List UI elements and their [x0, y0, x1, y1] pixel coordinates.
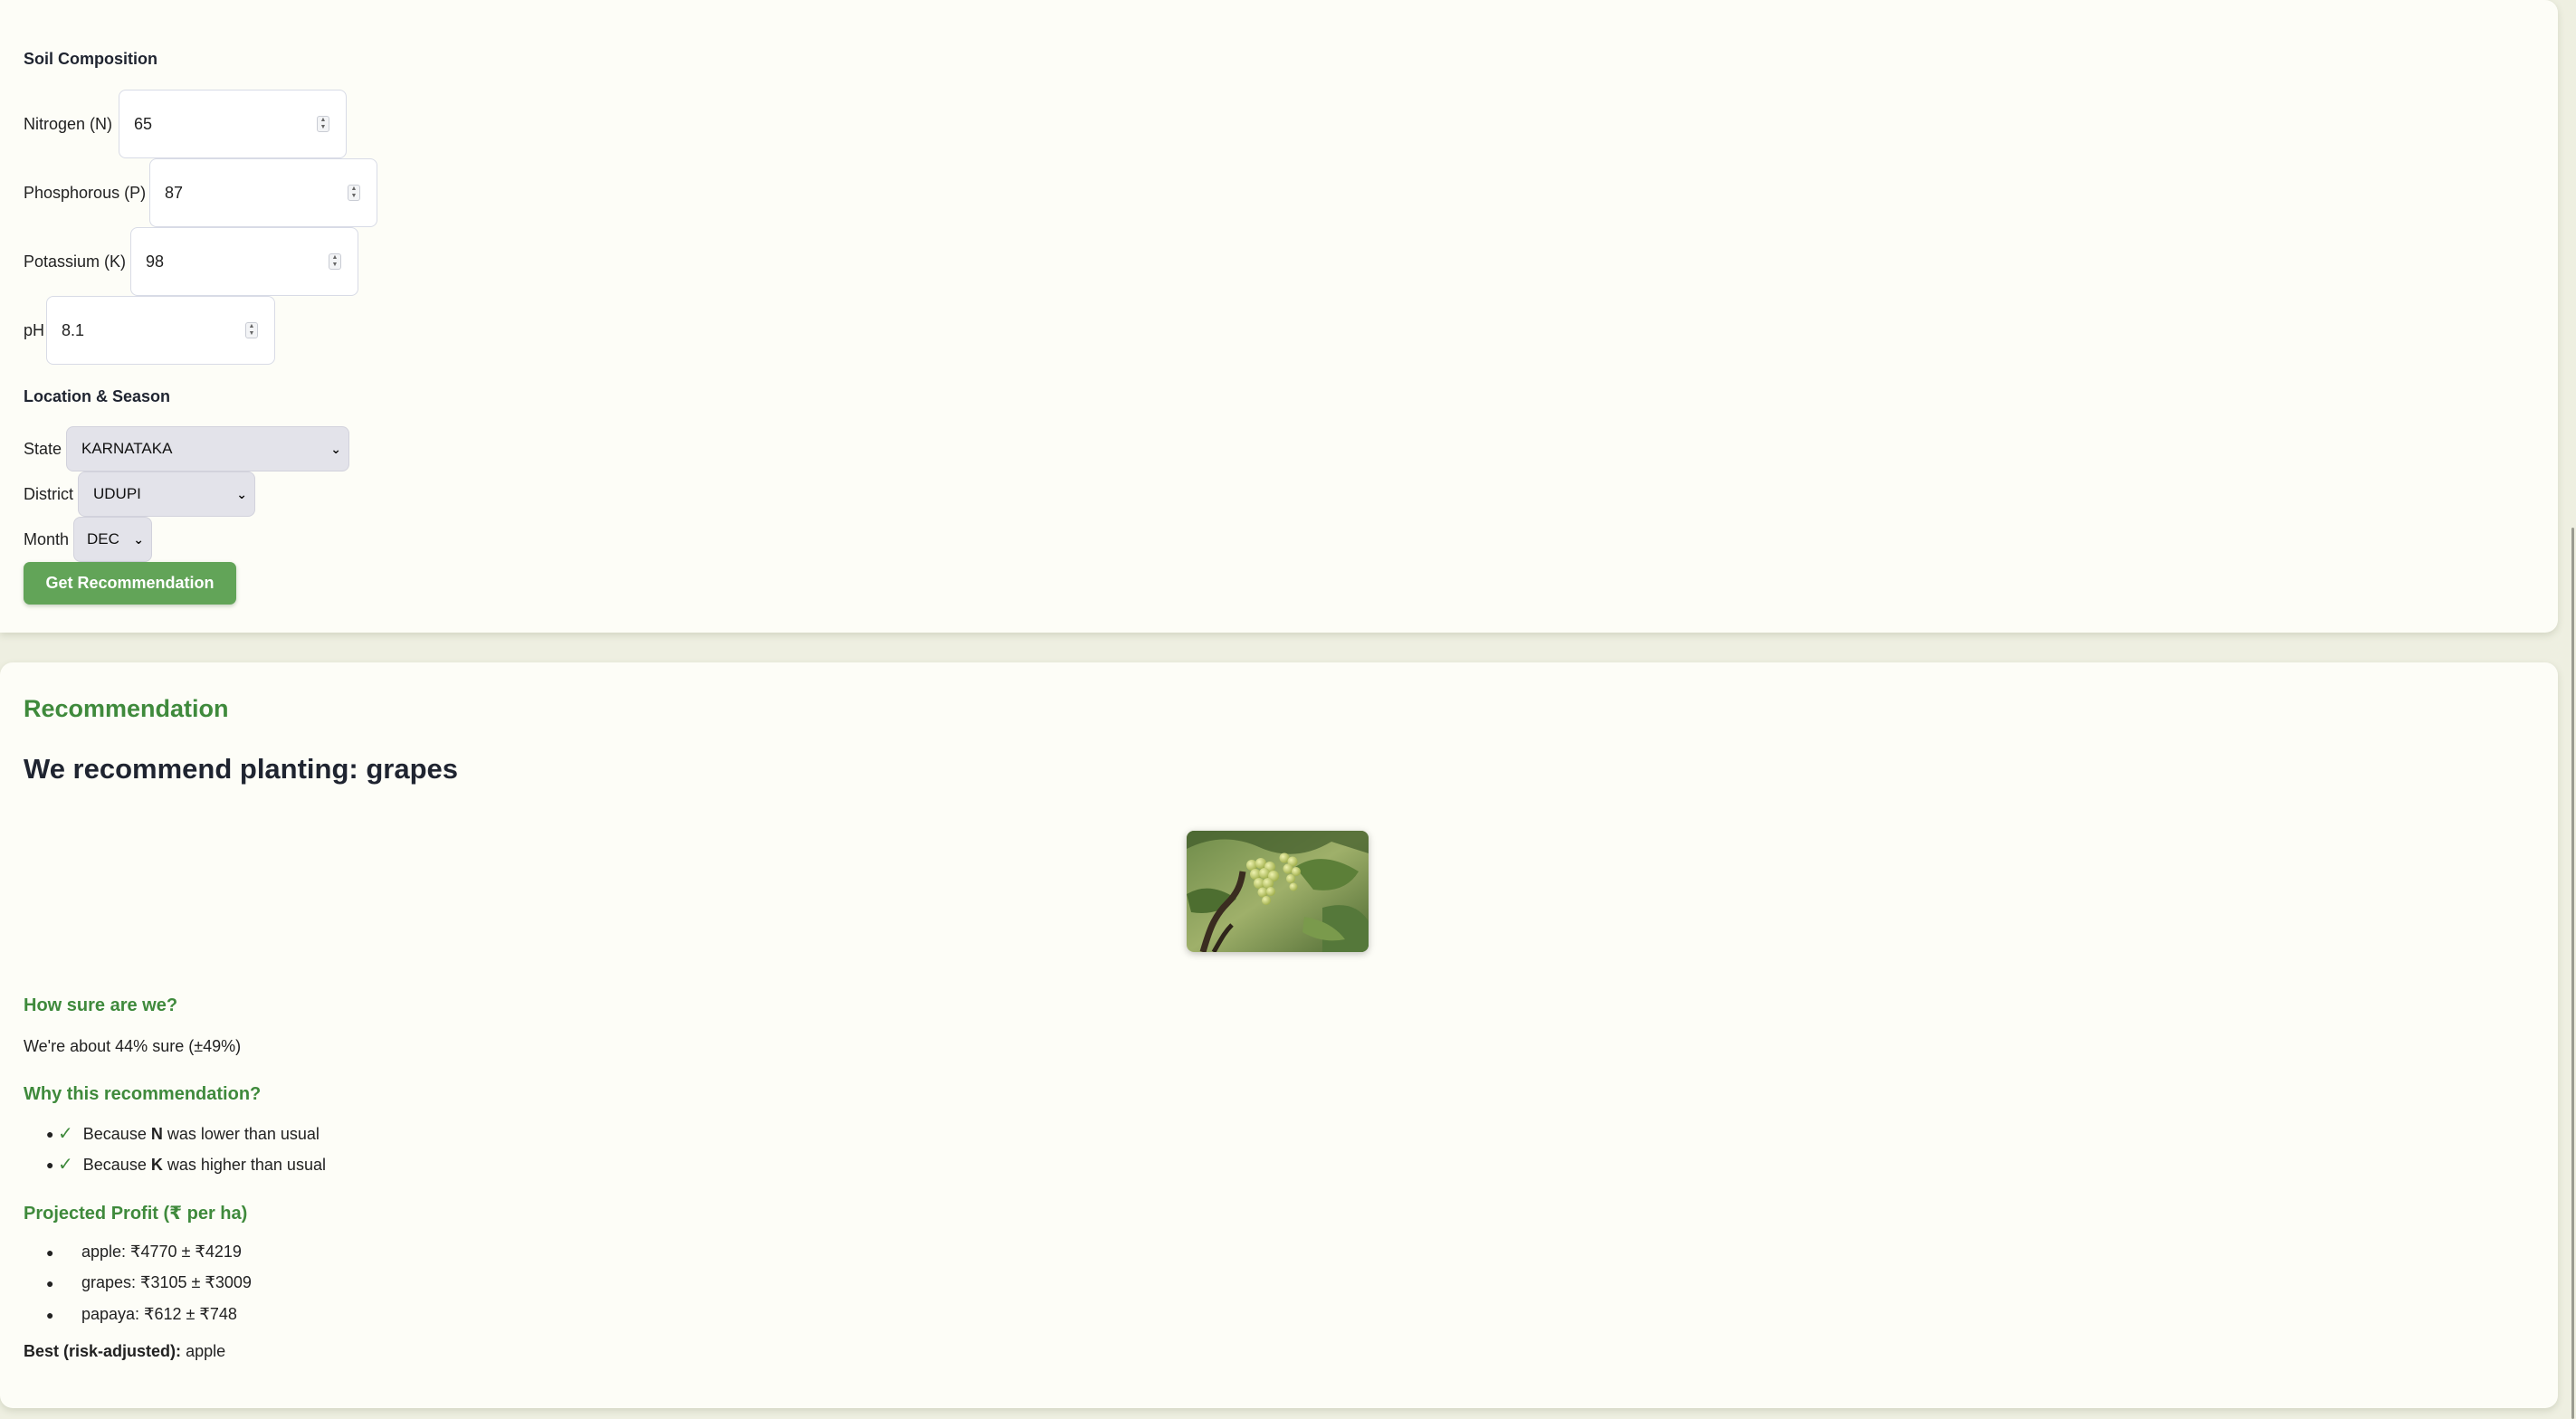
district-value: UDUPI [93, 485, 141, 502]
reason-suffix: was higher than usual [162, 1156, 326, 1174]
chevron-down-icon: ⌄ [330, 442, 341, 456]
checkmark-icon: ✓ [58, 1155, 73, 1175]
bullet: ● [46, 1157, 54, 1172]
nitrogen-label: Nitrogen (N) [24, 115, 113, 133]
chevron-down-icon: ⌄ [133, 532, 144, 547]
potassium-value: 98 [146, 252, 165, 271]
nitrogen-spinner[interactable]: ▲ ▼ [317, 116, 329, 132]
bullet: ● [46, 1276, 54, 1290]
district-select[interactable]: UDUPI ⌄ [78, 471, 255, 517]
reason-nutrient: K [150, 1156, 163, 1174]
bullet: ● [46, 1127, 54, 1141]
state-value: KARNATAKA [81, 440, 173, 457]
best-value: apple [186, 1342, 226, 1360]
month-select[interactable]: DEC ⌄ [73, 517, 152, 562]
ph-label: pH [24, 321, 45, 339]
ph-spinner[interactable]: ▲ ▼ [245, 322, 258, 338]
reason-nutrient: N [150, 1125, 163, 1143]
chevron-down-icon: ⌄ [236, 487, 247, 501]
why-title: Why this recommendation? [24, 1084, 262, 1104]
phosphorous-input[interactable]: 87 ▲ ▼ [149, 158, 377, 227]
reason-prefix: Because [82, 1125, 151, 1143]
recommendation-title: Recommendation [24, 695, 229, 722]
ph-input[interactable]: 8.1 ▲ ▼ [46, 296, 275, 365]
page-scrollbar[interactable] [2571, 528, 2574, 1419]
phosphorous-spinner[interactable]: ▲ ▼ [348, 185, 360, 201]
ph-value: 8.1 [62, 320, 85, 339]
bullet: ● [46, 1245, 54, 1260]
recommendation-card: Recommendation We recommend planting: gr… [0, 662, 2558, 1408]
profit-list-item: papaya: ₹612 ± ₹748 [81, 1305, 237, 1323]
phosphorous-label: Phosphorous (P) [24, 184, 147, 202]
confidence-title: How sure are we? [24, 995, 178, 1015]
checkmark-icon: ✓ [58, 1124, 73, 1144]
profit-list-item: grapes: ₹3105 ± ₹3009 [81, 1273, 252, 1291]
profit-list-item: apple: ₹4770 ± ₹4219 [81, 1243, 242, 1261]
get-recommendation-button[interactable]: Get Recommendation [24, 562, 236, 605]
district-label: District [24, 485, 73, 503]
state-label: State [24, 440, 62, 458]
reason-list-item: ✓ Because K was higher than usual [58, 1153, 326, 1176]
potassium-input[interactable]: 98 ▲ ▼ [130, 227, 358, 296]
confidence-text: We're about 44% sure (±49%) [24, 1037, 242, 1055]
input-form-card: Soil Composition Nitrogen (N) 65 ▲ ▼ Phos… [0, 0, 2558, 633]
nitrogen-value: 65 [134, 114, 153, 133]
phosphorous-value: 87 [165, 183, 184, 202]
best-crop-line: Best (risk-adjusted): apple [24, 1342, 225, 1361]
bullet: ● [46, 1308, 54, 1322]
recommendation-headline: We recommend planting: grapes [24, 753, 459, 785]
soil-composition-title: Soil Composition [24, 50, 157, 68]
profit-title: Projected Profit (₹ per ha) [24, 1204, 248, 1224]
month-value: DEC [87, 530, 119, 548]
potassium-label: Potassium (K) [24, 252, 127, 271]
reason-suffix: was lower than usual [162, 1125, 320, 1143]
location-season-title: Location & Season [24, 387, 171, 405]
best-label: Best (risk-adjusted): [24, 1342, 182, 1360]
state-select[interactable]: KARNATAKA ⌄ [66, 426, 349, 471]
reason-list-item: ✓ Because N was lower than usual [58, 1122, 320, 1145]
reason-prefix: Because [82, 1156, 151, 1174]
grapes-photo [1187, 831, 1369, 952]
potassium-spinner[interactable]: ▲ ▼ [329, 253, 341, 270]
nitrogen-input[interactable]: 65 ▲ ▼ [119, 90, 347, 158]
month-label: Month [24, 530, 70, 548]
